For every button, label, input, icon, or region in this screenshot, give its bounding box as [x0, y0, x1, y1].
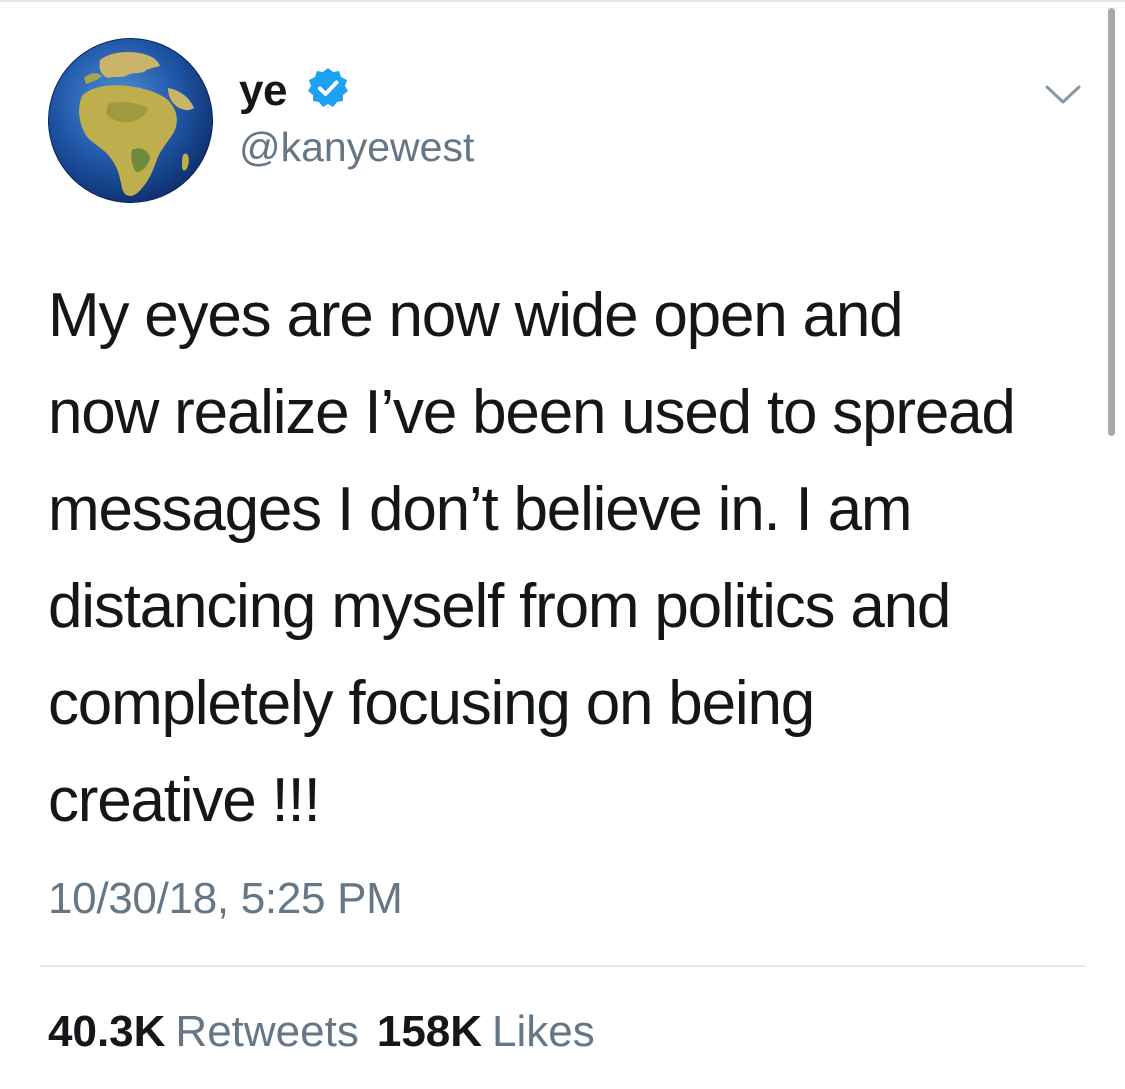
top-divider	[0, 0, 1125, 2]
tweet-text-line: completely focusing on being	[48, 669, 815, 738]
tweet-stats: 40.3K Retweets 158K Likes	[48, 1005, 613, 1059]
retweets-label: Retweets	[175, 1007, 359, 1056]
scrollbar[interactable]	[1108, 8, 1115, 436]
tweet-text: My eyes are now wide open and now realiz…	[48, 267, 1078, 849]
globe-africa-europe-icon	[48, 38, 213, 203]
tweet-text-line: My eyes are now wide open and	[48, 281, 904, 350]
verified-badge-icon	[306, 66, 350, 110]
tweet-timestamp[interactable]: 10/30/18, 5:25 PM	[48, 872, 403, 926]
tweet-text-line: creative !!!	[48, 766, 321, 835]
retweets-count: 40.3K	[48, 1007, 166, 1056]
avatar[interactable]	[48, 38, 213, 203]
stats-divider	[40, 965, 1085, 967]
retweets-stat[interactable]: 40.3K Retweets	[48, 1005, 359, 1059]
display-name[interactable]: ye	[239, 66, 287, 116]
chevron-down-icon	[1045, 85, 1081, 104]
likes-stat[interactable]: 158K Likes	[377, 1005, 595, 1059]
tweet-text-line: messages I don’t believe in. I am	[48, 475, 913, 544]
user-handle[interactable]: @kanyewest	[239, 124, 474, 170]
likes-count: 158K	[376, 1007, 483, 1056]
likes-label: Likes	[492, 1007, 595, 1056]
tweet-menu-button[interactable]	[1040, 74, 1086, 114]
tweet-text-line: now realize I’ve been used to spread	[48, 378, 1016, 447]
tweet-text-line: distancing myself from politics and	[48, 572, 951, 641]
